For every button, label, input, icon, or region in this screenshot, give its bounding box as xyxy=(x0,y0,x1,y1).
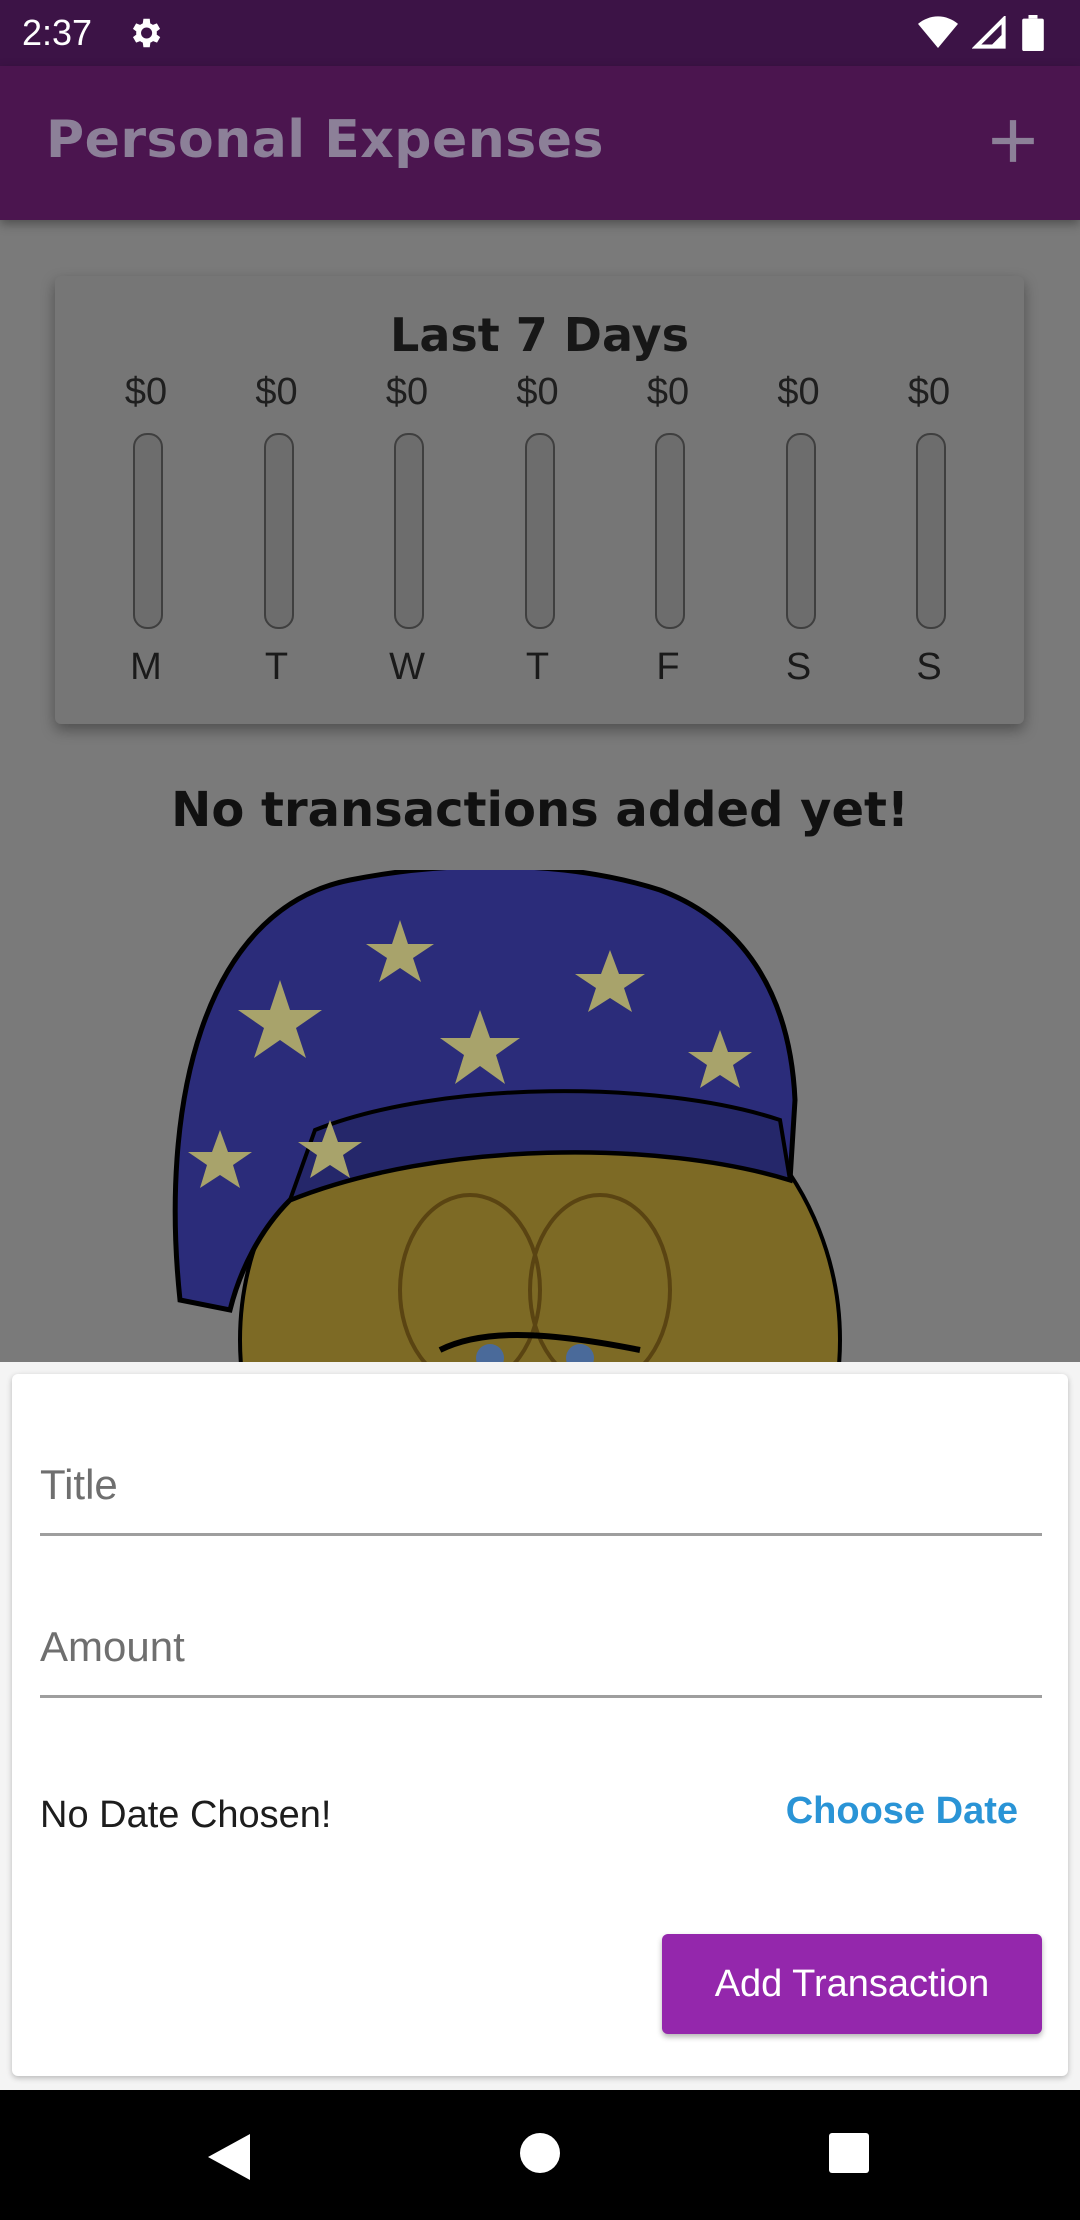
bar-amount-label: $0 xyxy=(646,371,690,413)
bar-amount-label: $0 xyxy=(777,371,820,413)
bar-day-label: S xyxy=(916,646,942,688)
bar-track xyxy=(524,433,555,629)
bar-day-label: W xyxy=(389,646,425,688)
bar-day-label: S xyxy=(785,646,812,688)
add-transaction-button[interactable]: Add Transaction xyxy=(662,1934,1042,2034)
settings-icon xyxy=(132,18,161,48)
chart-bar-column: $0 W xyxy=(352,371,462,711)
chart-bars: $0 M $0 T $0 W $0 T $0 F $0 S $0 S xyxy=(91,371,987,711)
bar-track xyxy=(263,433,294,629)
chart-bar-column: $0 M xyxy=(91,371,201,711)
bar-track xyxy=(785,433,816,629)
bar-amount-label: $0 xyxy=(907,371,951,413)
app-title: Personal Expenses xyxy=(46,110,604,170)
bar-track xyxy=(655,433,685,629)
bar-track xyxy=(394,433,424,629)
weekly-chart-card: Last 7 Days $0 M $0 T $0 W $0 T $0 F $0 S $0 S xyxy=(55,276,1024,724)
bar-track xyxy=(133,433,163,629)
sleeping-emoji-image xyxy=(140,870,940,1362)
bar-amount-label: $0 xyxy=(255,371,298,413)
chart-bar-column: $0 F xyxy=(613,371,723,711)
amount-field-wrapper xyxy=(40,1578,1042,1698)
bar-day-label: F xyxy=(656,646,680,688)
system-nav-bar xyxy=(0,2090,1080,2220)
bar-amount-label: $0 xyxy=(385,371,429,413)
add-icon[interactable] xyxy=(988,116,1038,166)
chart-bar-column: $0 S xyxy=(874,371,984,711)
title-field-wrapper xyxy=(40,1416,1042,1536)
app-bar: Personal Expenses xyxy=(0,66,1080,220)
chart-bar-column: $0 T xyxy=(483,371,593,711)
title-input[interactable] xyxy=(40,1416,1042,1536)
chart-title: Last 7 Days xyxy=(390,308,689,362)
amount-input[interactable] xyxy=(40,1578,1042,1698)
date-status-label: No Date Chosen! xyxy=(40,1794,332,1836)
signal-icon xyxy=(972,16,1006,49)
back-icon[interactable] xyxy=(206,2132,252,2182)
status-time: 2:37 xyxy=(22,12,93,53)
bar-track xyxy=(916,433,946,629)
bar-day-label: T xyxy=(525,646,550,688)
bar-day-label: T xyxy=(264,646,289,688)
status-bar: 2:37 xyxy=(0,0,1080,66)
home-icon[interactable] xyxy=(519,2132,561,2174)
choose-date-button[interactable]: Choose Date xyxy=(786,1790,1018,1833)
bar-day-label: M xyxy=(130,646,162,688)
wifi-icon xyxy=(918,16,958,48)
bar-amount-label: $0 xyxy=(516,371,559,413)
add-transaction-form: No Date Chosen! Choose Date Add Transact… xyxy=(12,1374,1068,2076)
recents-icon[interactable] xyxy=(829,2133,869,2173)
chart-bar-column: $0 T xyxy=(222,371,332,711)
empty-state-message: No transactions added yet! xyxy=(171,782,909,838)
chart-bar-column: $0 S xyxy=(744,371,854,711)
battery-icon xyxy=(1022,15,1044,51)
bar-amount-label: $0 xyxy=(124,371,168,413)
